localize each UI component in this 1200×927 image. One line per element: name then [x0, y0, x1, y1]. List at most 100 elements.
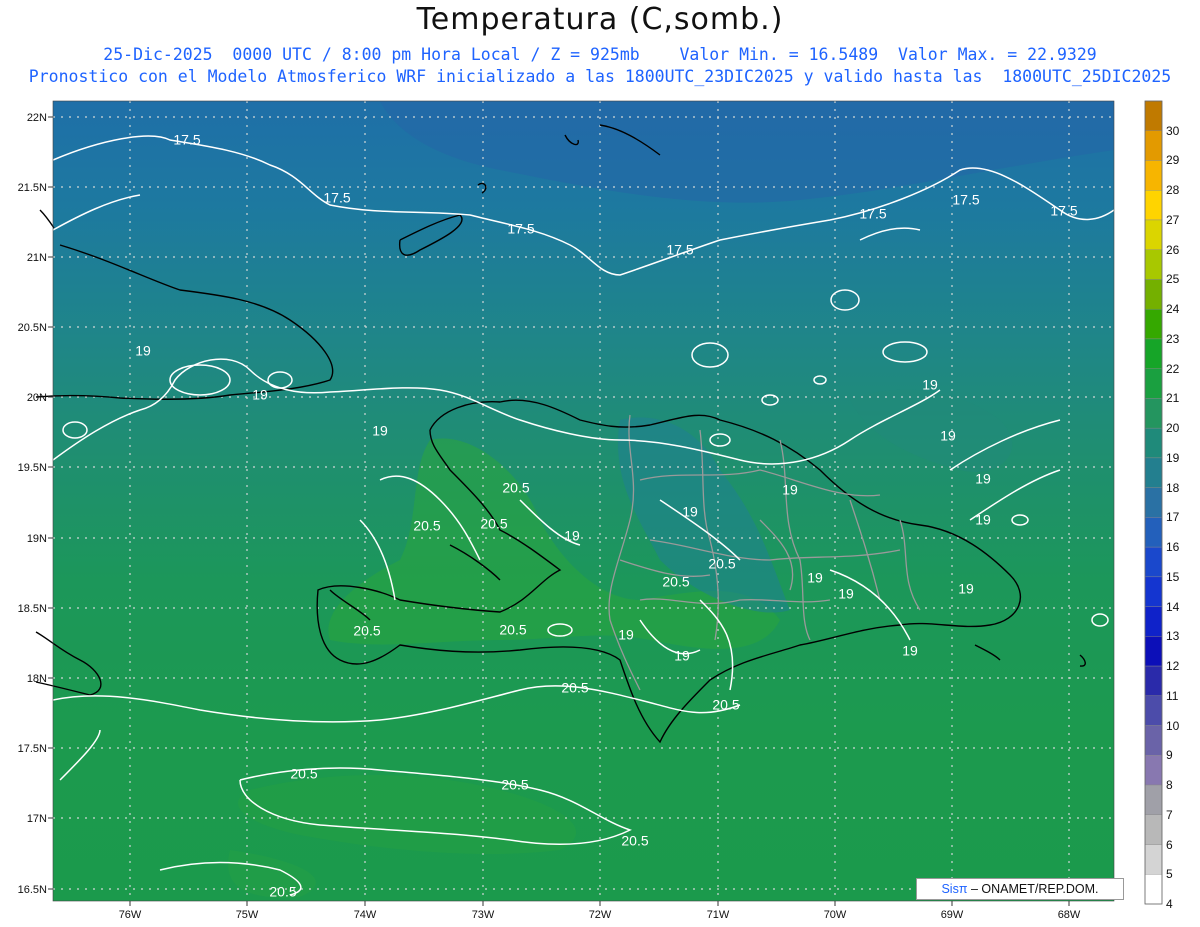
map-title: Temperatura (C,somb.): [416, 2, 784, 37]
colorbar-label: 16: [1166, 540, 1180, 555]
lat-label: 19.5N: [18, 462, 47, 474]
colorbar-swatch: [1144, 814, 1163, 845]
contour-label: 19: [372, 423, 388, 439]
lon-label: 75W: [236, 909, 259, 921]
lat-label: 22N: [27, 112, 47, 124]
temperature-map: 17.5 17.5 17.5 17.5 17.5 17.5 17.5 19 19 19 19 19 19…: [18, 100, 1163, 921]
lat-label: 16.5N: [18, 884, 47, 896]
lat-label: 18.5N: [18, 603, 47, 615]
colorbar-label: 28: [1166, 183, 1180, 198]
lon-label: 71W: [707, 909, 730, 921]
colorbar-swatch: [1144, 606, 1163, 637]
contour-label: 19: [807, 570, 823, 586]
colorbar-swatch: [1144, 427, 1163, 459]
colorbar-swatch: [1144, 755, 1163, 786]
lon-label: 72W: [589, 909, 612, 921]
colorbar-label: 21: [1166, 391, 1180, 406]
contour-label: 20.5: [712, 697, 739, 713]
lon-label: 69W: [941, 909, 964, 921]
colorbar-swatch: [1144, 546, 1163, 578]
colorbar-swatch: [1144, 160, 1163, 191]
colorbar-swatch: [1144, 100, 1163, 131]
colorbar-label: 4: [1166, 897, 1173, 911]
contour-label: 20.5: [561, 680, 588, 696]
colorbar-label: 29: [1166, 153, 1180, 168]
colorbar-swatch: [1144, 844, 1163, 875]
lon-label: 76W: [119, 909, 142, 921]
colorbar-label: 17: [1166, 510, 1180, 525]
contour-label: 19: [135, 343, 151, 359]
colorbar-label: 27: [1166, 212, 1180, 227]
colorbar-swatch: [1144, 784, 1163, 815]
colorbar-label: 14: [1166, 599, 1180, 614]
colorbar-label: 6: [1166, 837, 1173, 852]
colorbar-label: 5: [1166, 867, 1173, 882]
contour-label: 20.5: [269, 884, 296, 900]
colorbar-label: 7: [1166, 807, 1173, 822]
lat-label: 21.5N: [18, 182, 47, 194]
colorbar-label: 18: [1166, 480, 1180, 495]
lon-label: 73W: [472, 909, 495, 921]
colorbar-swatch: [1144, 249, 1163, 280]
colorbar-swatch: [1144, 636, 1163, 667]
colorbar-label: 10: [1166, 718, 1180, 733]
lon-label: 68W: [1058, 909, 1081, 921]
lat-label: 20N: [27, 392, 47, 404]
lon-label: 70W: [824, 909, 847, 921]
lat-label: 17.5N: [18, 743, 47, 755]
contour-label: 20.5: [621, 833, 648, 849]
colorbar-swatch: [1144, 368, 1163, 399]
contour-label: 20.5: [502, 480, 529, 496]
colorbar-label: 23: [1166, 331, 1180, 346]
contour-label: 17.5: [859, 206, 886, 222]
contour-label: 20.5: [708, 556, 735, 572]
contour-label: 19: [618, 627, 634, 643]
contour-label: 19: [902, 643, 918, 659]
lat-label: 17N: [27, 813, 47, 825]
colorbar-swatch: [1144, 874, 1163, 905]
colorbar: [1144, 100, 1163, 905]
contour-label: 17.5: [173, 132, 200, 148]
contour-label: 19: [975, 471, 991, 487]
lat-label: 18N: [27, 673, 47, 685]
colorbar-label: 30: [1166, 123, 1180, 138]
contour-label: 19: [682, 504, 698, 520]
lat-label: 20.5N: [18, 322, 47, 334]
contour-label: 20.5: [413, 518, 440, 534]
contour-label: 19: [922, 377, 938, 393]
contour-label: 17.5: [507, 221, 534, 237]
colorbar-swatch: [1144, 665, 1163, 697]
colorbar-label: 8: [1166, 778, 1173, 793]
colorbar-swatch: [1144, 576, 1163, 607]
contour-label: 19: [975, 512, 991, 528]
contour-label: 19: [782, 482, 798, 498]
colorbar-swatch: [1144, 308, 1163, 340]
credit-brand: Sisπ: [941, 882, 968, 896]
colorbar-swatch: [1144, 695, 1163, 726]
contour-label: 20.5: [290, 766, 317, 782]
colorbar-label: 19: [1166, 450, 1180, 465]
colorbar-swatch: [1144, 219, 1163, 250]
colorbar-swatch: [1144, 517, 1163, 548]
colorbar-swatch: [1144, 457, 1163, 488]
contour-label: 19: [674, 648, 690, 664]
colorbar-label: 22: [1166, 361, 1180, 376]
colorbar-label: 24: [1166, 302, 1180, 317]
colorbar-swatch: [1144, 338, 1163, 369]
colorbar-swatch: [1144, 130, 1163, 161]
contour-label: 19: [564, 528, 580, 544]
contour-label: 20.5: [501, 777, 528, 793]
colorbar-label: 12: [1166, 659, 1180, 674]
credit-box: Sisπ – ONAMET/REP.DOM.: [916, 878, 1124, 900]
contour-label: 19: [838, 586, 854, 602]
colorbar-label: 11: [1166, 688, 1179, 703]
coastline-segment: [39, 209, 55, 229]
credit-text: – ONAMET/REP.DOM.: [970, 882, 1099, 896]
contour-label: 19: [940, 428, 956, 444]
colorbar-swatch: [1144, 190, 1163, 221]
contour-label: 20.5: [662, 574, 689, 590]
contour-label: 20.5: [480, 516, 507, 532]
colorbar-swatch: [1144, 279, 1163, 310]
contour-label: 17.5: [666, 242, 693, 258]
contour-label: 20.5: [353, 623, 380, 639]
